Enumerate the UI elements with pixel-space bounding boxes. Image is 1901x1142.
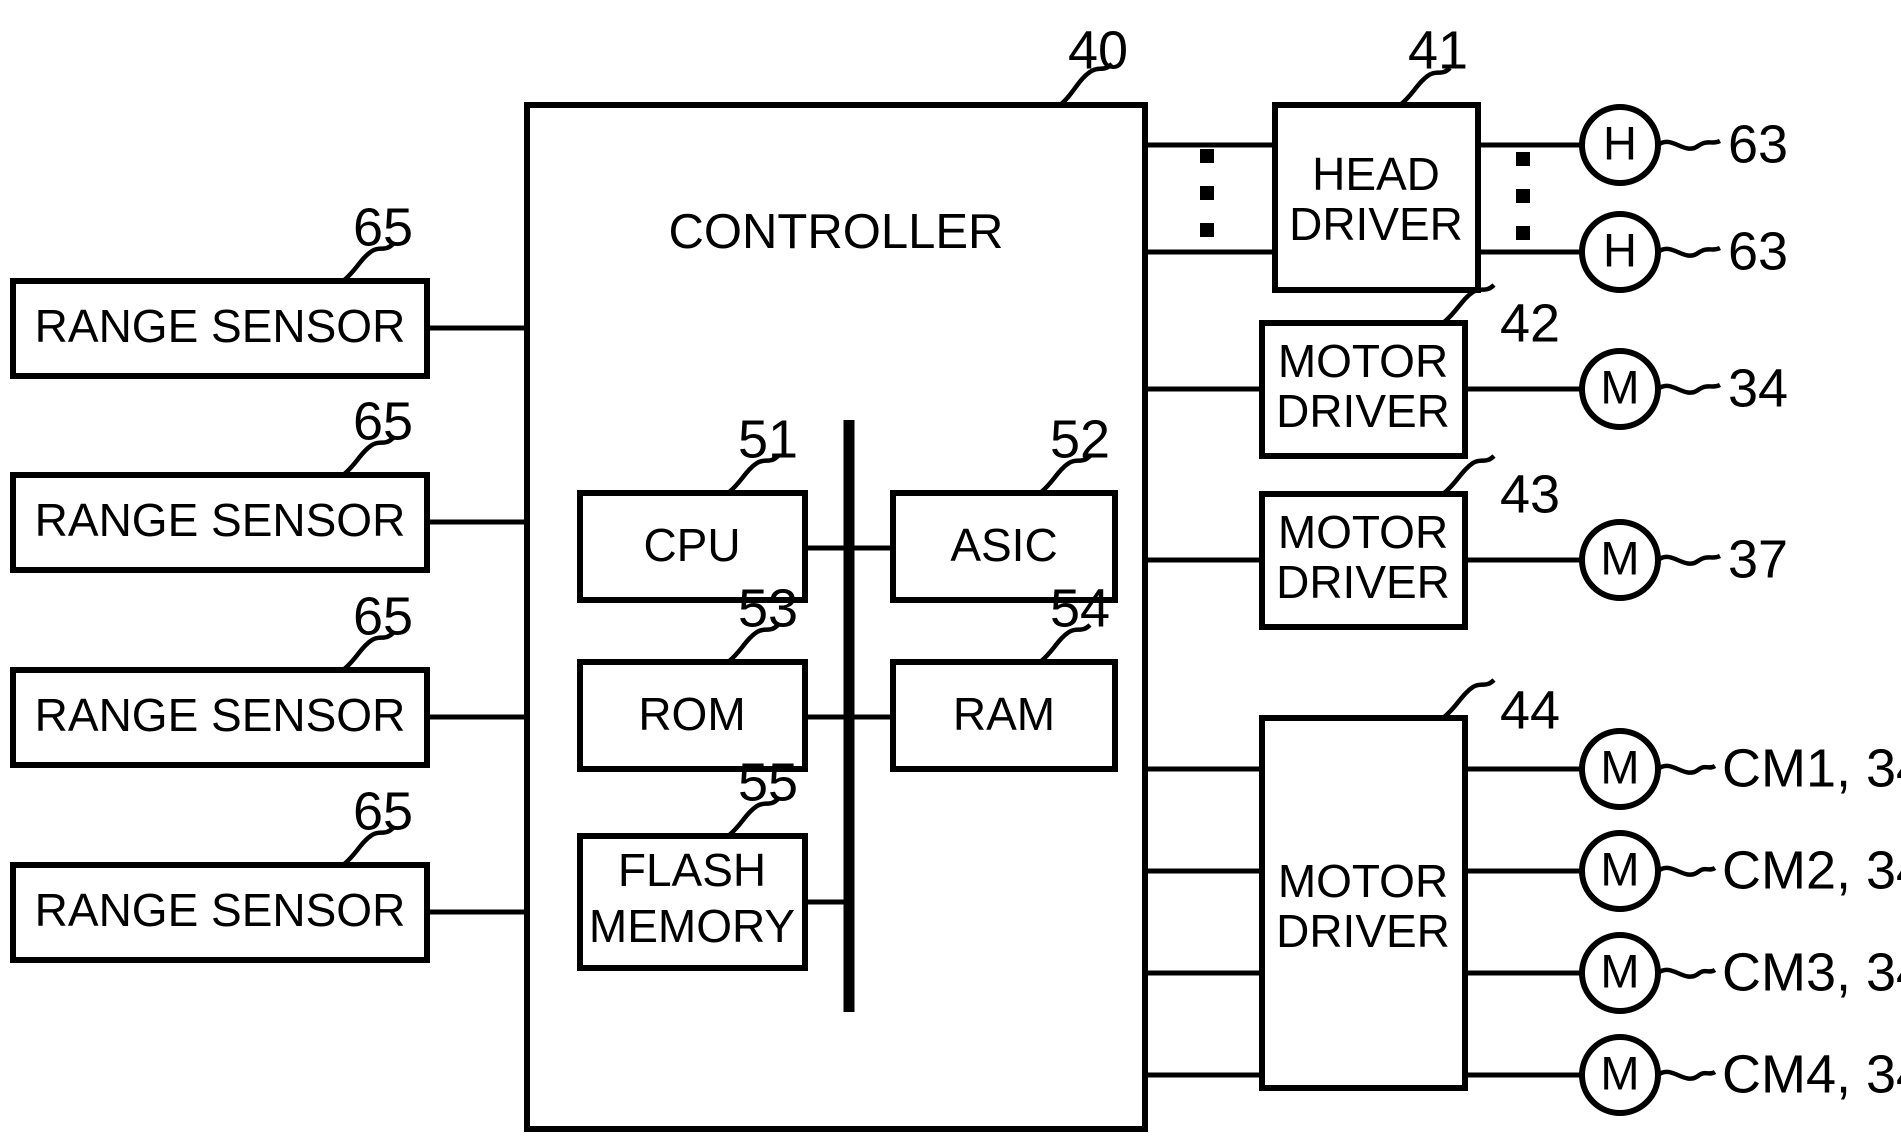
motor-driver-42-label-line2: DRIVER <box>1276 385 1450 437</box>
ref-label-cm4: CM4, 34 <box>1722 1044 1901 1104</box>
ref-leader-34a <box>1656 382 1722 395</box>
ref-leader-63-2 <box>1656 245 1722 258</box>
motor-driver-44-label-line2: DRIVER <box>1276 905 1450 957</box>
motor-driver-44-label-line1: MOTOR <box>1278 855 1448 907</box>
flash-memory-label-line1: FLASH <box>618 844 766 896</box>
ellipsis-head-driver-heads <box>1516 152 1530 240</box>
ref-label-51: 51 <box>738 409 798 469</box>
range-sensor-label-2: RANGE SENSOR <box>35 494 406 546</box>
ref-leader-43 <box>1441 454 1496 496</box>
ref-label-42: 42 <box>1500 293 1560 353</box>
ref-label-65-1: 65 <box>353 197 413 257</box>
motor-driver-43-label-line2: DRIVER <box>1276 556 1450 608</box>
block-diagram-canvas: CONTROLLER 40 CPU 51 ASIC 52 ROM 53 RAM … <box>0 0 1901 1142</box>
ref-leader-44 <box>1441 678 1496 720</box>
ref-label-63-1: 63 <box>1728 114 1788 174</box>
range-sensor-label-1: RANGE SENSOR <box>35 300 406 352</box>
ref-leader-37 <box>1656 553 1722 566</box>
ref-label-41: 41 <box>1408 20 1468 80</box>
ref-label-34a: 34 <box>1728 358 1788 418</box>
ref-label-40: 40 <box>1068 20 1128 80</box>
ref-leader-cm3 <box>1656 967 1717 979</box>
motor-symbol-label-cm4: M <box>1600 1046 1639 1099</box>
head-symbol-label-2: H <box>1603 223 1637 276</box>
ref-label-63-2: 63 <box>1728 221 1788 281</box>
controller-label: CONTROLLER <box>669 205 1004 259</box>
head-driver-label-line1: HEAD <box>1312 148 1440 200</box>
range-sensor-label-3: RANGE SENSOR <box>35 689 406 741</box>
ref-label-65-2: 65 <box>353 391 413 451</box>
range-sensor-label-4: RANGE SENSOR <box>35 884 406 936</box>
head-symbol-label-1: H <box>1603 116 1637 169</box>
motor-symbol-label-37: M <box>1600 531 1639 584</box>
ref-label-65-4: 65 <box>353 781 413 841</box>
head-driver-label-line2: DRIVER <box>1289 198 1463 250</box>
ref-leader-cm2 <box>1656 865 1717 877</box>
flash-memory-label-line2: MEMORY <box>589 900 795 952</box>
motor-symbol-label-cm2: M <box>1600 842 1639 895</box>
ref-leader-cm4 <box>1656 1069 1717 1081</box>
ref-label-54: 54 <box>1050 578 1110 638</box>
ref-label-cm2: CM2, 34 <box>1722 840 1901 900</box>
ref-label-44: 44 <box>1500 680 1560 740</box>
ref-label-37: 37 <box>1728 529 1788 589</box>
ref-label-53: 53 <box>738 578 798 638</box>
ellipsis-controller-head-driver <box>1200 149 1214 237</box>
ref-label-65-3: 65 <box>353 586 413 646</box>
ref-leader-63-1 <box>1656 138 1722 151</box>
rom-label: ROM <box>638 688 745 740</box>
asic-label: ASIC <box>950 519 1057 571</box>
ram-label: RAM <box>953 688 1055 740</box>
motor-symbol-label-cm1: M <box>1600 740 1639 793</box>
diagram-svg: CONTROLLER 40 CPU 51 ASIC 52 ROM 53 RAM … <box>10 20 1901 1132</box>
motor-symbol-label-cm3: M <box>1600 944 1639 997</box>
ref-label-52: 52 <box>1050 409 1110 469</box>
ref-label-cm3: CM3, 34 <box>1722 942 1901 1002</box>
motor-driver-43-label-line1: MOTOR <box>1278 506 1448 558</box>
motor-driver-42-label-line1: MOTOR <box>1278 335 1448 387</box>
ref-label-cm1: CM1, 34 <box>1722 738 1901 798</box>
motor-symbol-label-34a: M <box>1600 360 1639 413</box>
ref-label-55: 55 <box>738 752 798 812</box>
ref-label-43: 43 <box>1500 464 1560 524</box>
ref-leader-cm1 <box>1656 763 1717 775</box>
cpu-label: CPU <box>643 519 740 571</box>
